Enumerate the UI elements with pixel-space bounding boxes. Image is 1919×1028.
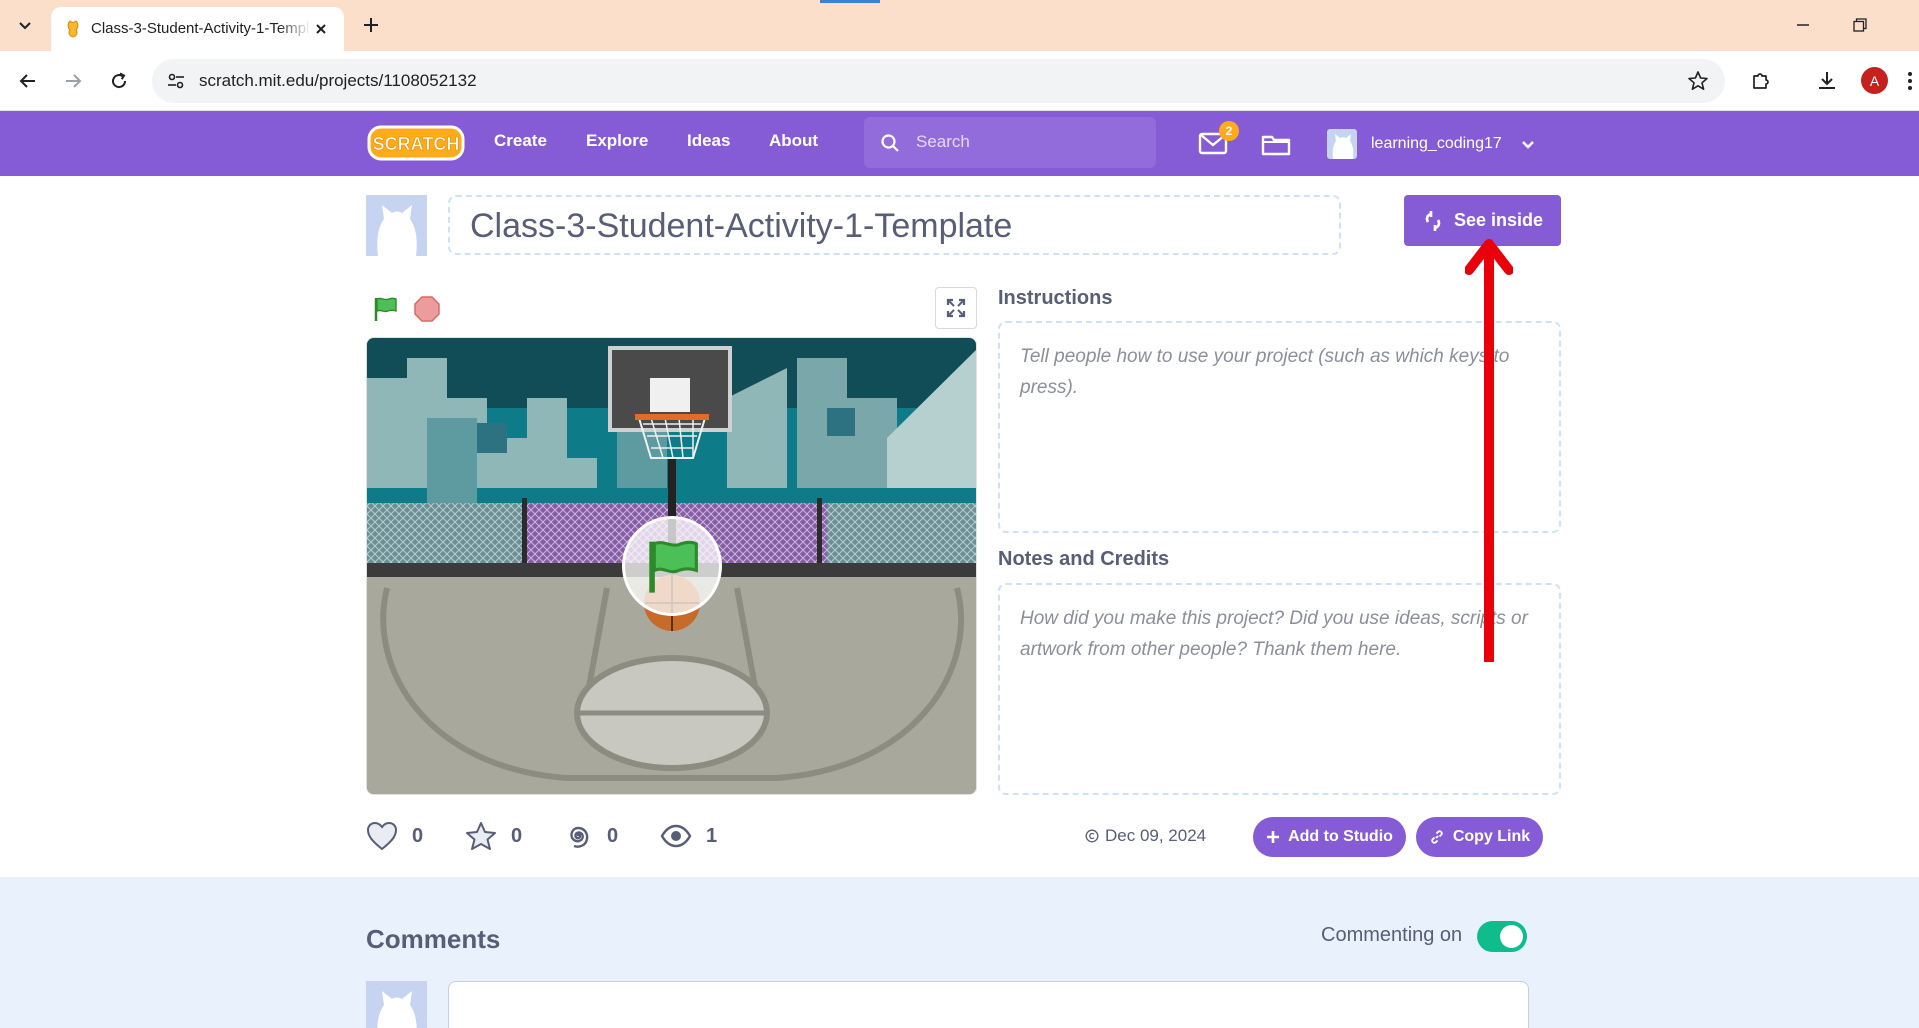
tab-title: Class-3-Student-Activity-1-Template: [91, 20, 311, 37]
address-bar[interactable]: scratch.mit.edu/projects/1108052132: [152, 59, 1725, 103]
new-tab-button[interactable]: [357, 11, 385, 39]
download-icon: [1819, 72, 1835, 89]
favorite-count-value: 0: [511, 824, 523, 847]
stop-sign-icon[interactable]: [414, 296, 440, 322]
username[interactable]: learning_coding17: [1371, 135, 1502, 153]
tab-search-button[interactable]: [10, 10, 40, 40]
remix-count: 0: [563, 820, 618, 852]
remix-arrows-icon: [1425, 210, 1441, 231]
browser-tab-strip: Class-3-Student-Activity-1-Template: [0, 0, 1919, 51]
red-annotation-arrow: [1465, 239, 1513, 662]
profile-avatar[interactable]: A: [1861, 67, 1888, 94]
plus-icon: [364, 18, 378, 32]
add-to-studio-button[interactable]: Add to Studio: [1253, 817, 1406, 857]
stage-start-flag-overlay[interactable]: [622, 516, 722, 616]
fullscreen-icon: [946, 298, 966, 318]
chevron-down-icon[interactable]: [1519, 136, 1537, 154]
back-button[interactable]: [13, 66, 43, 96]
nav-explore[interactable]: Explore: [586, 131, 648, 151]
messages-count-badge: 2: [1219, 121, 1239, 141]
view-count: 1: [660, 820, 717, 852]
nav-ideas[interactable]: Ideas: [687, 131, 730, 151]
tab-strip-accent: [820, 0, 880, 3]
downloads-button[interactable]: [1812, 66, 1842, 96]
extensions-button[interactable]: [1746, 66, 1776, 96]
browser-tab[interactable]: Class-3-Student-Activity-1-Template: [51, 7, 344, 51]
cat-avatar-icon: [377, 991, 417, 1028]
remix-count-value: 0: [607, 824, 619, 847]
cat-avatar-icon: [1332, 134, 1354, 159]
plus-icon: [1267, 831, 1280, 843]
browser-menu-button[interactable]: [1900, 66, 1919, 96]
view-count-value: 1: [706, 824, 718, 847]
logo-wordmark: SCRATCH: [373, 134, 460, 154]
minimize-button[interactable]: [1788, 12, 1818, 38]
comment-input[interactable]: [448, 981, 1529, 1028]
star-icon: [466, 822, 496, 850]
my-stuff-folder-icon[interactable]: [1261, 131, 1291, 157]
instructions-heading: Instructions: [998, 287, 1113, 309]
minimize-icon: [1797, 24, 1809, 26]
commenting-toggle-label: Commenting on: [1321, 924, 1463, 946]
url-text[interactable]: scratch.mit.edu/projects/1108052132: [199, 71, 477, 91]
project-stage[interactable]: [366, 337, 977, 795]
forward-button[interactable]: [58, 66, 88, 96]
copy-link-button[interactable]: Copy Link: [1416, 817, 1543, 857]
scratch-favicon-icon: [67, 20, 79, 38]
notes-heading: Notes and Credits: [998, 548, 1170, 570]
comments-heading: Comments: [366, 924, 501, 954]
scratch-navbar: SCRATCH Create Explore Ideas About Searc…: [0, 111, 1919, 176]
restore-button[interactable]: [1845, 12, 1875, 38]
green-flag-icon: [649, 540, 698, 593]
chevron-down-icon: [19, 22, 31, 30]
add-to-studio-label: Add to Studio: [1288, 828, 1393, 845]
share-date-text: Dec 09, 2024: [1105, 826, 1207, 845]
copyright-icon: [1085, 829, 1099, 843]
love-count-value: 0: [412, 824, 424, 847]
nav-create[interactable]: Create: [494, 131, 547, 151]
reload-icon: [112, 72, 127, 89]
fullscreen-button[interactable]: [935, 287, 977, 329]
browser-toolbar: scratch.mit.edu/projects/1108052132 A: [0, 51, 1919, 111]
close-icon: [316, 24, 326, 34]
comment-user-avatar: [366, 981, 427, 1028]
eye-icon: [660, 824, 692, 848]
remix-spiral-icon: [570, 826, 589, 848]
nav-about[interactable]: About: [769, 131, 818, 151]
commenting-toggle[interactable]: [1477, 921, 1527, 952]
arrow-left-icon: [19, 74, 35, 88]
puzzle-icon: [1753, 73, 1769, 89]
project-title[interactable]: Class-3-Student-Activity-1-Template: [470, 207, 1012, 246]
arrow-right-icon: [66, 74, 82, 88]
reload-button[interactable]: [104, 66, 134, 96]
search-input[interactable]: Search: [864, 117, 1156, 168]
share-date: Dec 09, 2024: [1085, 826, 1206, 846]
scratch-logo[interactable]: SCRATCH: [367, 124, 465, 162]
search-icon: [881, 134, 899, 152]
love-count[interactable]: 0: [366, 820, 423, 852]
green-flag-icon[interactable]: [371, 295, 399, 323]
site-settings-icon[interactable]: [166, 71, 186, 91]
bookmark-star-icon[interactable]: [1687, 70, 1709, 92]
link-icon: [1431, 830, 1443, 844]
project-title-field[interactable]: Class-3-Student-Activity-1-Template: [448, 195, 1341, 255]
toggle-knob: [1500, 925, 1523, 948]
project-author-avatar[interactable]: [366, 195, 427, 256]
cat-avatar-icon: [377, 205, 417, 256]
copy-link-label: Copy Link: [1452, 828, 1531, 845]
heart-icon: [366, 821, 398, 851]
see-inside-label: See inside: [1453, 210, 1544, 230]
favorite-count[interactable]: 0: [465, 820, 522, 852]
tab-close-button[interactable]: [311, 19, 331, 39]
restore-icon: [1853, 18, 1867, 32]
search-placeholder: Search: [916, 132, 970, 151]
more-vertical-icon: [1907, 72, 1912, 90]
user-avatar[interactable]: [1327, 129, 1357, 159]
